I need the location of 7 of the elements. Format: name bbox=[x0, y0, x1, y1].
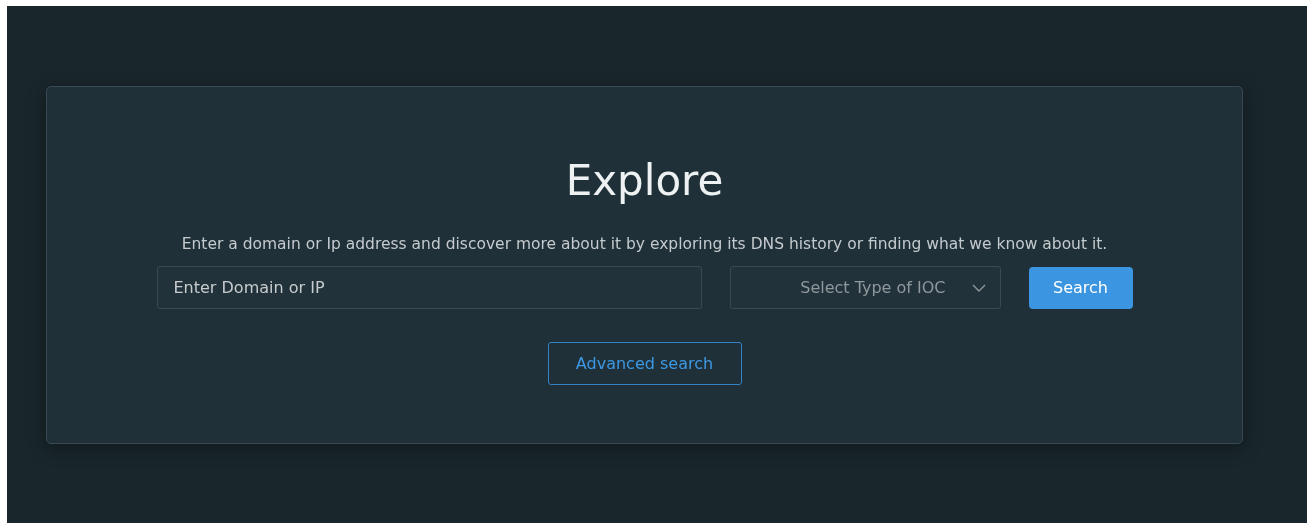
chevron-down-icon bbox=[971, 283, 986, 292]
advanced-search-button[interactable]: Advanced search bbox=[547, 342, 742, 385]
ioc-type-select[interactable]: Select Type of IOC bbox=[729, 266, 1001, 309]
search-button[interactable]: Search bbox=[1028, 266, 1133, 309]
description-text: Enter a domain or Ip address and discover more about it by exploring its DNS history or finding what we know about it. bbox=[181, 234, 1108, 255]
search-field[interactable]: Enter Domain or IP bbox=[156, 266, 702, 309]
page-title: Explore bbox=[565, 155, 724, 207]
